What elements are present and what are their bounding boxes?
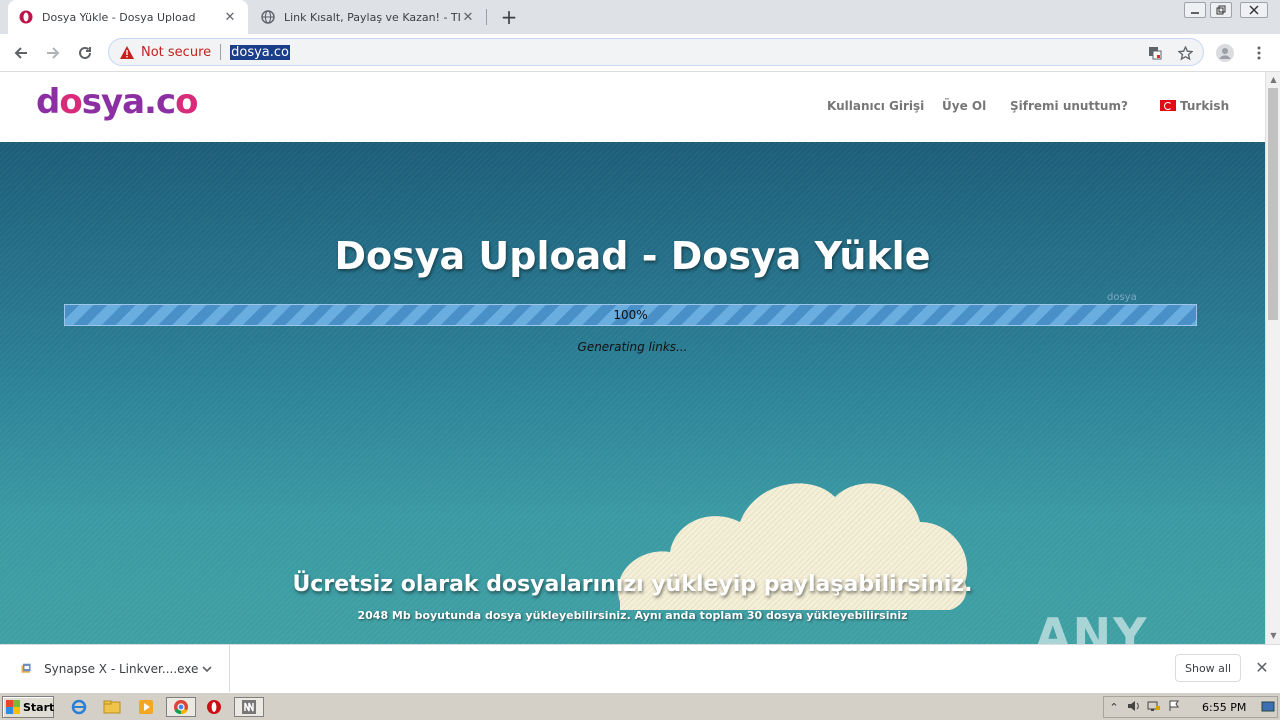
tagline: Ücretsiz olarak dosyalarınızı yükleyip p… xyxy=(292,572,973,597)
reload-icon[interactable] xyxy=(72,40,98,66)
turkey-flag-icon xyxy=(1160,100,1176,111)
synapse-icon[interactable] xyxy=(234,697,264,717)
register-link[interactable]: Üye Ol xyxy=(942,99,986,113)
show-all-button[interactable]: Show all xyxy=(1175,654,1241,682)
upload-progress-bar: 100% xyxy=(64,304,1197,326)
page-title: Dosya Upload - Dosya Yükle xyxy=(334,234,931,278)
start-button[interactable]: Start xyxy=(2,696,54,718)
start-label: Start xyxy=(23,700,55,714)
download-file-name: Synapse X - Linkver....exe xyxy=(44,662,199,676)
scroll-thumb[interactable] xyxy=(1268,88,1278,320)
forward-icon[interactable] xyxy=(40,40,66,66)
system-tray: ⌃ 6:55 PM xyxy=(1103,696,1278,718)
warning-icon[interactable] xyxy=(119,44,135,60)
login-link[interactable]: Kullanıcı Girişi xyxy=(827,99,924,113)
tab-strip: Dosya Yükle - Dosya Upload ✕ Link Kısalt… xyxy=(0,0,1280,34)
url-text[interactable]: dosya.co xyxy=(230,44,290,60)
clock[interactable]: 6:55 PM xyxy=(1202,701,1246,714)
not-secure-label[interactable]: Not secure xyxy=(141,45,211,60)
chevron-down-icon[interactable] xyxy=(198,662,215,676)
tab-separator xyxy=(486,9,487,25)
show-desktop-icon[interactable] xyxy=(1258,697,1278,717)
language-selector[interactable]: Turkish xyxy=(1160,99,1229,113)
tray-expand-icon[interactable]: ⌃ xyxy=(1104,701,1124,714)
faint-label: dosya xyxy=(1107,292,1137,303)
translate-icon[interactable] xyxy=(1143,39,1167,67)
window-close-icon[interactable] xyxy=(1240,2,1268,18)
network-icon[interactable] xyxy=(1144,700,1164,715)
progress-percent: 100% xyxy=(613,308,648,322)
status-text: Generating links... xyxy=(577,340,688,354)
opera-o-icon xyxy=(18,9,34,25)
scroll-down-icon[interactable]: ▼ xyxy=(1266,628,1280,642)
hero-section: Dosya Upload - Dosya Yükle dosya 100% Ge… xyxy=(0,142,1265,644)
close-tab-icon[interactable]: ✕ xyxy=(222,9,238,25)
address-bar[interactable]: Not secure dosya.co xyxy=(108,38,1204,66)
anyrun-watermark: ANY RUN xyxy=(1035,608,1149,644)
exe-file-icon xyxy=(21,663,31,673)
forgot-password-link[interactable]: Şifremi unuttum? xyxy=(1010,99,1128,113)
new-tab-button[interactable]: + xyxy=(497,5,521,29)
opera-icon[interactable] xyxy=(202,697,226,717)
menu-kebab-icon[interactable] xyxy=(1246,40,1272,66)
browser-toolbar: Not secure dosya.co xyxy=(0,34,1280,72)
windows-logo-icon xyxy=(6,700,20,714)
restore-icon[interactable] xyxy=(1210,2,1232,18)
tab-title: Link Kısalt, Paylaş ve Kazan! - TIK.LA xyxy=(284,10,460,24)
action-center-flag-icon[interactable] xyxy=(1164,700,1184,715)
taskbar: Start ⌃ 6:55 PM xyxy=(0,692,1280,720)
chrome-icon[interactable] xyxy=(166,697,196,717)
minimize-icon[interactable] xyxy=(1184,2,1206,18)
tab-title: Dosya Yükle - Dosya Upload xyxy=(42,10,196,24)
download-item[interactable]: Synapse X - Linkver....exe xyxy=(0,645,230,693)
site-logo[interactable]: dosya.co xyxy=(36,82,199,122)
file-explorer-icon[interactable] xyxy=(100,697,124,717)
media-player-icon[interactable] xyxy=(134,697,158,717)
tab-tikla[interactable]: Link Kısalt, Paylaş ve Kazan! - TIK.LA ✕ xyxy=(250,0,486,34)
language-label: Turkish xyxy=(1180,99,1230,113)
scroll-up-icon[interactable]: ▲ xyxy=(1266,72,1280,86)
globe-icon xyxy=(260,9,276,25)
download-bar: Synapse X - Linkver....exe Show all ✕ xyxy=(0,644,1280,693)
omnibox-divider xyxy=(220,44,222,60)
profile-avatar-icon[interactable] xyxy=(1212,40,1238,66)
page-scrollbar[interactable]: ▲ ▼ xyxy=(1265,72,1280,644)
volume-icon[interactable] xyxy=(1124,700,1144,715)
internet-explorer-icon[interactable] xyxy=(67,697,91,717)
tab-dosya[interactable]: Dosya Yükle - Dosya Upload ✕ xyxy=(8,0,248,34)
close-tab-icon[interactable]: ✕ xyxy=(460,9,476,25)
site-header: dosya.co Kullanıcı Girişi Üye Ol Şifremi… xyxy=(0,72,1265,142)
back-icon[interactable] xyxy=(8,40,34,66)
close-download-bar-icon[interactable]: ✕ xyxy=(1252,657,1272,677)
bookmark-star-icon[interactable] xyxy=(1173,39,1197,67)
web-page: dosya.co Kullanıcı Girişi Üye Ol Şifremi… xyxy=(0,72,1265,644)
